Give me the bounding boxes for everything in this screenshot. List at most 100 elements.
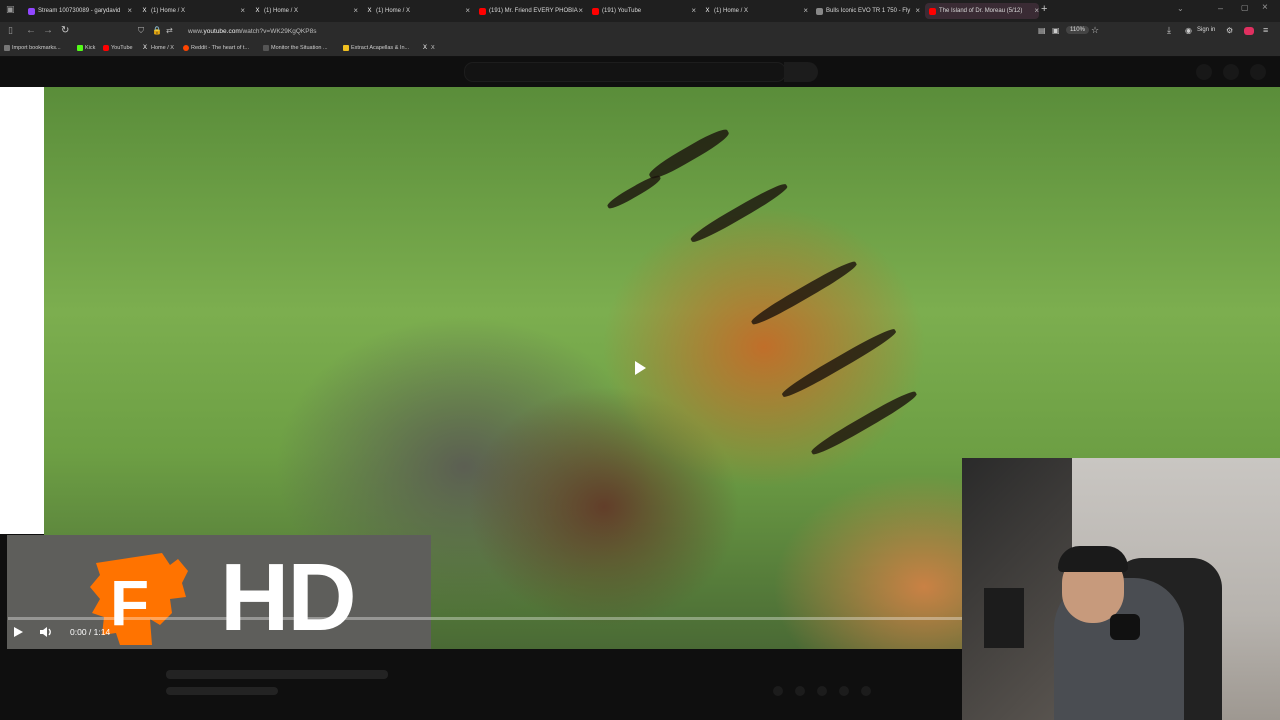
bookmark-extract[interactable]: Extract Acapellas & In... [343, 45, 409, 51]
url-domain: youtube.com [203, 28, 241, 35]
page-edge [0, 87, 44, 534]
close-icon[interactable]: × [1034, 6, 1039, 15]
zoom-badge[interactable]: 110% [1066, 26, 1089, 34]
action-skeleton [839, 686, 849, 696]
downloads-icon[interactable]: ⤓ [1167, 25, 1171, 36]
fandango-logo-letter: F [110, 567, 149, 639]
extract-icon [343, 45, 349, 51]
bookmark-x-home[interactable]: X Home / X [143, 45, 174, 51]
lock-icon[interactable]: 🔒 [152, 26, 162, 35]
kick-icon [77, 45, 83, 51]
video-frame-detail [646, 125, 732, 183]
bookmark-kick[interactable]: Kick [77, 45, 95, 51]
video-frame-detail [688, 180, 790, 246]
bookmark-label: Kick [85, 45, 96, 51]
tab-x-home-4[interactable]: X (1) Home / X × [704, 3, 808, 19]
tab-x-home-2[interactable]: X (1) Home / X × [254, 3, 358, 19]
close-icon[interactable]: × [353, 6, 358, 15]
tab-label: (1) Home / X [714, 8, 749, 14]
shield-icon[interactable]: ⛉ [138, 26, 144, 36]
progress-bar[interactable] [8, 617, 963, 620]
reader-view-icon[interactable]: ▤ [1038, 26, 1046, 35]
tab-label: (191) Mr. Friend EVERY PHOBIA [489, 8, 578, 14]
bookmark-reddit[interactable]: Reddit - The heart of t... [183, 45, 249, 51]
avatar[interactable] [1250, 64, 1266, 80]
permissions-icon[interactable]: ⇄ [166, 26, 173, 35]
menu-icon[interactable]: ≡ [1263, 25, 1268, 35]
reddit-icon [183, 45, 189, 51]
account-icon[interactable]: ◉ [1185, 26, 1192, 35]
bookmark-label: Extract Acapellas & In... [351, 45, 410, 51]
maximize-icon[interactable]: ▢ [1241, 3, 1249, 12]
time-display: 0:00 / 1:14 [70, 627, 111, 637]
volume-icon[interactable] [39, 626, 53, 638]
bookmark-youtube[interactable]: YouTube [103, 45, 133, 51]
close-icon[interactable]: × [240, 6, 245, 15]
address-bar[interactable]: www.youtube.com/watch?v=WK29KgQKP8s [188, 28, 316, 35]
subtitle-skeleton [166, 687, 278, 695]
reload-icon[interactable]: ↻ [61, 25, 69, 36]
tab-label: (191) YouTube [602, 8, 642, 14]
extensions-icon[interactable]: ⚙ [1226, 26, 1233, 35]
forward-icon[interactable]: → [43, 25, 53, 36]
tab-label: (1) Home / X [376, 8, 411, 14]
minimize-icon[interactable]: – [1218, 3, 1223, 13]
video-frame-detail [779, 325, 899, 401]
url-prefix: www. [188, 28, 204, 35]
tab-label: Bulls Iconic EVO TR 1 750 - Fly [826, 8, 911, 14]
tab-island-dr-moreau[interactable]: The Island of Dr. Moreau (5/12) × [925, 3, 1039, 19]
sidebar-toggle-icon[interactable]: ▯ [8, 25, 13, 36]
search-button[interactable] [784, 62, 818, 82]
bookmark-label: Import bookmarks... [12, 45, 61, 51]
search-input[interactable] [464, 62, 786, 82]
x-icon: X [255, 7, 260, 14]
extension-badge-icon[interactable] [1244, 27, 1254, 35]
close-icon[interactable]: × [691, 6, 696, 15]
play-icon[interactable] [12, 626, 24, 638]
tab-youtube-home[interactable]: (191) YouTube × [592, 3, 696, 19]
tab-x-home-3[interactable]: X (1) Home / X × [366, 3, 470, 19]
import-icon [4, 45, 10, 51]
close-icon[interactable]: × [915, 6, 920, 15]
x-icon: X [142, 7, 147, 14]
video-frame-detail [749, 257, 859, 329]
window-close-icon[interactable]: × [1262, 2, 1268, 13]
tab-label: Stream 100730089 - garydavid [38, 8, 121, 14]
bookmark-import[interactable]: Import bookmarks... [4, 45, 61, 51]
close-icon[interactable]: × [803, 6, 808, 15]
youtube-icon [592, 7, 599, 15]
tab-youtube-mr-friend[interactable]: (191) Mr. Friend EVERY PHOBIA × [479, 3, 583, 19]
pc-tower [984, 588, 1024, 648]
tab-twitch[interactable]: Stream 100730089 - garydavid × [28, 3, 132, 19]
youtube-icon [103, 45, 109, 51]
new-tab-button[interactable]: + [1041, 3, 1047, 15]
bookmark-label: Reddit - The heart of t... [191, 45, 249, 51]
tab-list-icon[interactable]: ▣ [6, 4, 15, 15]
microphone [1110, 614, 1140, 640]
title-skeleton [166, 670, 388, 679]
bookmark-label: Monitor the Situation ... [271, 45, 328, 51]
bookmark-monitor[interactable]: Monitor the Situation ... [263, 45, 328, 51]
close-icon[interactable]: × [127, 6, 132, 15]
browser-nav-bar: ▯ ← → ↻ ⛉ 🔒 ⇄ www.youtube.com/watch?v=WK… [0, 22, 1280, 42]
notifications-icon[interactable] [1223, 64, 1239, 80]
monitor-icon [263, 45, 269, 51]
create-icon[interactable] [1196, 64, 1212, 80]
x-icon: X [423, 45, 428, 51]
bookmark-star-icon[interactable]: ☆ [1091, 25, 1099, 36]
bookmark-x[interactable]: XX [423, 45, 435, 51]
back-icon[interactable]: ← [26, 25, 36, 36]
tab-bulls-bike[interactable]: Bulls Iconic EVO TR 1 750 - Fly × [816, 3, 920, 19]
close-icon[interactable]: × [578, 6, 583, 15]
youtube-icon [929, 7, 936, 15]
tab-x-home-1[interactable]: X (1) Home / X × [141, 3, 245, 19]
sign-in-link[interactable]: Sign in [1197, 27, 1215, 33]
chevron-down-icon[interactable]: ⌄ [1177, 4, 1184, 13]
center-play-icon[interactable] [632, 360, 648, 376]
url-path: /watch?v=WK29KgQKP8s [240, 28, 317, 35]
action-skeleton [795, 686, 805, 696]
x-icon: X [705, 7, 710, 14]
x-icon: X [367, 7, 372, 14]
picture-in-picture-icon[interactable]: ▣ [1052, 26, 1060, 35]
close-icon[interactable]: × [465, 6, 470, 15]
